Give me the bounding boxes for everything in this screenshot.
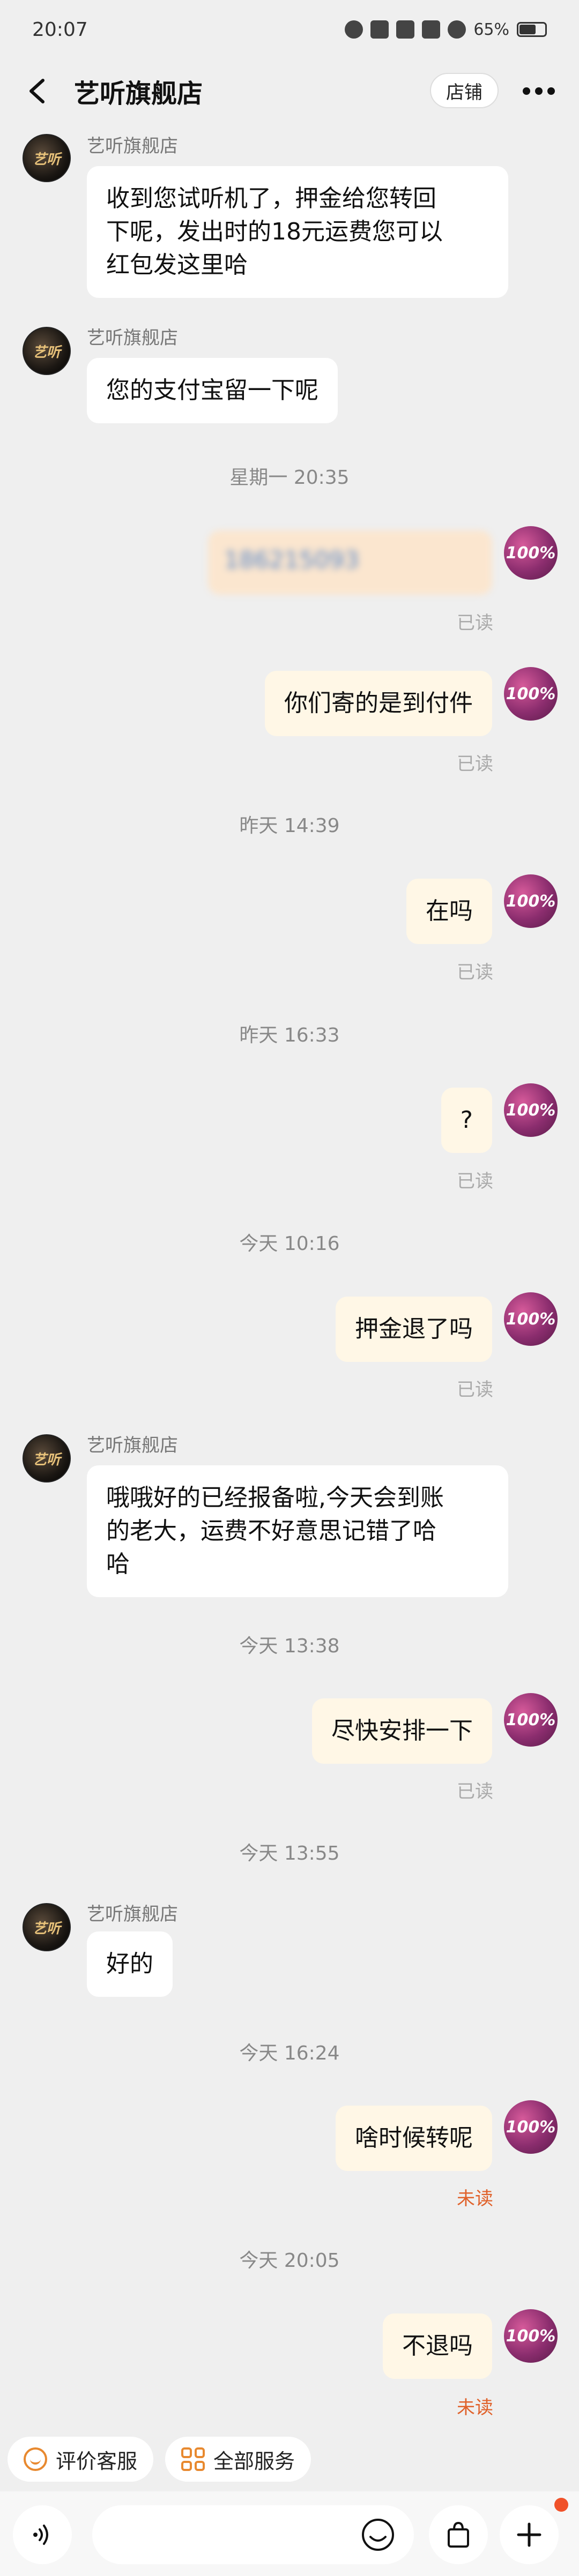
message-bubble[interactable]: 啥时候转呢 [336, 2106, 492, 2171]
message-bubble[interactable]: 哦哦好的已经报备啦,今天会到账 的老大，运费不好意思记错了哈 哈 [87, 1465, 508, 1597]
status-time: 20:07 [32, 18, 88, 41]
shop-avatar[interactable]: 艺听 [23, 327, 71, 375]
shop-avatar[interactable]: 艺听 [23, 1903, 71, 1951]
unread-status: 未读 [457, 2397, 493, 2418]
back-arrow-icon [29, 79, 44, 103]
shop-avatar[interactable]: 艺听 [23, 134, 71, 182]
message-bubble[interactable]: 押金退了吗 [336, 1297, 492, 1362]
time-divider: 今天 10:16 [239, 1233, 340, 1255]
wifi-icon [448, 20, 466, 39]
my-avatar[interactable]: 100% [504, 1083, 558, 1137]
emoji-button[interactable] [354, 2511, 402, 2559]
page-title: 艺听旗舰店 [74, 79, 203, 109]
message-bubble[interactable]: 收到您试听机了，押金给您转回 下呢，发出时的18元运费您可以 红包发这里哈 [87, 166, 508, 298]
read-status: 已读 [457, 1379, 493, 1401]
time-divider: 今天 16:24 [239, 2042, 340, 2064]
quick-actions: 评价客服 全部服务 [0, 2432, 579, 2486]
sender-name: 艺听旗舰店 [87, 136, 178, 157]
status-icons: 65% [345, 20, 547, 39]
nav-bar: 艺听旗舰店 店铺 [0, 59, 579, 123]
emoji-icon [362, 2519, 394, 2551]
voice-button[interactable] [13, 2505, 72, 2564]
message-bubble-redacted[interactable]: 186215093 [208, 530, 492, 595]
shop-avatar[interactable]: 艺听 [23, 1434, 71, 1482]
shopping-bag-button[interactable] [429, 2505, 488, 2564]
notification-dot [554, 2498, 568, 2512]
my-avatar[interactable]: 100% [504, 1693, 558, 1747]
time-divider: 昨天 14:39 [239, 815, 340, 837]
time-divider: 今天 20:05 [239, 2250, 340, 2272]
my-avatar[interactable]: 100% [504, 2100, 558, 2154]
read-status: 已读 [457, 753, 493, 775]
shopping-bag-icon [448, 2521, 469, 2548]
sender-name: 艺听旗舰店 [87, 327, 178, 349]
mute-icon [370, 20, 389, 39]
message-bubble[interactable]: 尽快安排一下 [312, 1698, 492, 1764]
message-bubble[interactable]: 您的支付宝留一下呢 [87, 358, 338, 423]
my-avatar[interactable]: 100% [504, 1292, 558, 1346]
smile-icon [24, 2447, 47, 2471]
signal-icon [422, 20, 441, 39]
sender-name: 艺听旗舰店 [87, 1435, 178, 1456]
shop-button[interactable]: 店铺 [430, 73, 499, 108]
rate-service-button[interactable]: 评价客服 [8, 2437, 154, 2482]
time-divider: 星期一 20:35 [229, 467, 350, 489]
input-bar [0, 2491, 579, 2576]
message-bubble[interactable]: 在吗 [406, 879, 492, 944]
my-avatar[interactable]: 100% [504, 2309, 558, 2363]
back-button[interactable] [21, 75, 54, 107]
my-avatar[interactable]: 100% [504, 526, 558, 580]
nfc-icon [396, 20, 415, 39]
more-button[interactable] [515, 75, 563, 107]
plus-button[interactable] [500, 2505, 559, 2564]
message-bubble[interactable]: ? [441, 1088, 492, 1153]
unread-status: 未读 [457, 2188, 493, 2210]
read-status: 已读 [457, 612, 493, 634]
sender-name: 艺听旗舰店 [87, 1904, 178, 1925]
plus-icon [517, 2522, 541, 2547]
time-divider: 今天 13:55 [239, 1843, 340, 1864]
read-status: 已读 [457, 1171, 493, 1192]
message-bubble[interactable]: 好的 [87, 1931, 173, 1997]
my-avatar[interactable]: 100% [504, 874, 558, 928]
voice-icon [33, 2525, 48, 2545]
read-status: 已读 [457, 962, 493, 983]
read-status: 已读 [457, 1781, 493, 1802]
message-bubble[interactable]: 你们寄的是到付件 [265, 671, 492, 736]
time-divider: 昨天 16:33 [239, 1024, 340, 1046]
message-bubble[interactable]: 不退吗 [383, 2313, 492, 2379]
status-bar: 20:07 65% [0, 0, 579, 59]
grid-icon [181, 2447, 205, 2471]
my-avatar[interactable]: 100% [504, 667, 558, 721]
time-divider: 今天 13:38 [239, 1635, 340, 1657]
alarm-icon [345, 20, 363, 39]
all-services-button[interactable]: 全部服务 [165, 2437, 311, 2482]
battery-percent: 65% [473, 20, 509, 39]
battery-icon [517, 22, 547, 37]
